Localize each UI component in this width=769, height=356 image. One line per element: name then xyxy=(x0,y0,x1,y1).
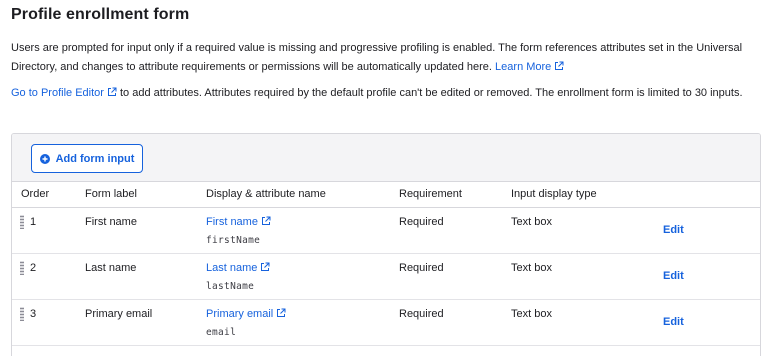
learn-more-label: Learn More xyxy=(495,61,552,73)
external-link-icon xyxy=(277,308,286,317)
external-link-icon xyxy=(555,61,564,70)
edit-button[interactable]: Edit xyxy=(663,224,684,236)
row-input-type: Text box xyxy=(511,215,552,228)
external-link-icon xyxy=(261,216,271,225)
column-header-actions xyxy=(663,182,760,208)
drag-handle-icon[interactable] xyxy=(20,260,24,275)
profile-editor-label: Go to Profile Editor xyxy=(11,87,104,99)
row-input-type: Text box xyxy=(511,261,552,274)
row-input-type: Text box xyxy=(511,307,552,320)
table-header-row: Order Form label Display & attribute nam… xyxy=(12,182,760,208)
row-form-label: First name xyxy=(85,215,137,228)
edit-button[interactable]: Edit xyxy=(663,316,684,328)
attribute-name: email xyxy=(206,326,237,338)
table-row: 1 First name First name firstName Requir… xyxy=(12,207,760,253)
profile-enrollment-page: Profile enrollment form Users are prompt… xyxy=(0,0,769,356)
attribute-display-link[interactable]: First name xyxy=(206,216,271,228)
row-requirement: Required xyxy=(399,261,444,274)
attribute-display-link[interactable]: Last name xyxy=(206,262,270,274)
column-header-order: Order xyxy=(12,182,85,208)
row-requirement: Required xyxy=(399,215,444,228)
page-title: Profile enrollment form xyxy=(11,6,190,23)
profile-editor-link[interactable]: Go to Profile Editor xyxy=(11,87,117,99)
attribute-name: firstName xyxy=(206,234,261,246)
drag-handle-icon[interactable] xyxy=(20,214,24,229)
display-name: First name xyxy=(206,215,258,228)
column-header-requirement: Requirement xyxy=(399,182,511,208)
column-header-form-label: Form label xyxy=(85,182,206,208)
row-order: 2 xyxy=(30,262,37,274)
external-link-icon xyxy=(107,87,117,96)
learn-more-link[interactable]: Learn More xyxy=(495,61,564,73)
display-name: Last name xyxy=(206,261,258,274)
row-order: 3 xyxy=(30,308,37,320)
table-row: 2 Last name Last name lastName Required … xyxy=(12,253,760,299)
row-requirement: Required xyxy=(399,307,444,320)
drag-handle-icon[interactable] xyxy=(20,306,24,321)
plus-circle-icon xyxy=(39,153,50,164)
external-link-icon xyxy=(261,262,270,271)
row-form-label: Last name xyxy=(85,261,137,274)
row-form-label: Primary email xyxy=(85,307,153,320)
attribute-display-link[interactable]: Primary email xyxy=(206,308,286,320)
table-row: 3 Primary email Primary email email Requ… xyxy=(12,299,760,345)
profile-editor-paragraph: Go to Profile Editor to add attributes. … xyxy=(11,84,761,103)
column-header-display-attribute: Display & attribute name xyxy=(206,182,399,208)
intro-text: Users are prompted for input only if a r… xyxy=(11,42,743,73)
attribute-name: lastName xyxy=(206,280,255,292)
intro-paragraph: Users are prompted for input only if a r… xyxy=(11,39,761,77)
form-inputs-table: Order Form label Display & attribute nam… xyxy=(12,182,760,346)
panel-toolbar: Add form input xyxy=(12,134,760,182)
add-form-input-button[interactable]: Add form input xyxy=(31,144,143,173)
enrollment-form-panel: Add form input Order Form label Display … xyxy=(11,133,761,356)
profile-editor-text: to add attributes. Attributes required b… xyxy=(120,87,743,99)
column-header-input-type: Input display type xyxy=(511,182,663,208)
display-name: Primary email xyxy=(206,307,274,320)
row-order: 1 xyxy=(30,216,37,228)
edit-button[interactable]: Edit xyxy=(663,270,684,282)
add-form-input-label: Add form input xyxy=(55,152,135,165)
